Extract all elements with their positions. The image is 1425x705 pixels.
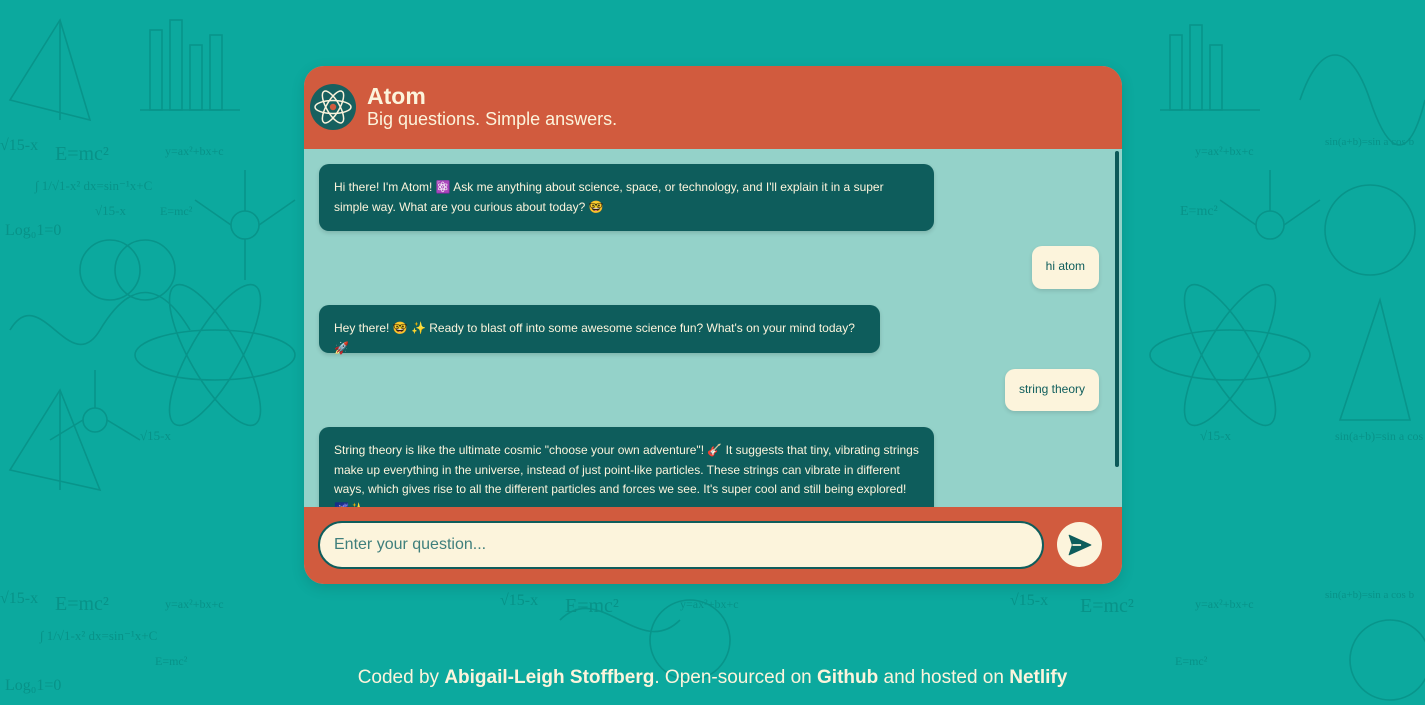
message-text: string theory bbox=[1018, 382, 1085, 396]
svg-text:√15-x: √15-x bbox=[0, 137, 38, 154]
bot-message: Hey there! 🤓 ✨ Ready to blast off into s… bbox=[319, 305, 880, 355]
app-tagline: Big questions. Simple answers. bbox=[367, 109, 618, 129]
chat-header: Atom Big questions. Simple answers. bbox=[304, 66, 1122, 149]
svg-text:√15-x: √15-x bbox=[1010, 592, 1048, 609]
svg-text:E=mc²: E=mc² bbox=[55, 593, 109, 615]
atom-logo-icon bbox=[310, 84, 356, 130]
netlify-link[interactable]: Netlify bbox=[1009, 667, 1067, 688]
message-text: hi atom bbox=[1045, 259, 1085, 273]
user-message: string theory bbox=[1004, 369, 1099, 411]
footer-prefix: Coded by bbox=[357, 667, 445, 688]
message-scrollbar[interactable] bbox=[1115, 151, 1119, 467]
svg-text:E=mc²: E=mc² bbox=[1080, 595, 1134, 617]
svg-text:y=ax²+bx+c: y=ax²+bx+c bbox=[1195, 144, 1254, 158]
svg-text:y=ax²+bx+c: y=ax²+bx+c bbox=[1195, 597, 1254, 611]
svg-text:sin(a+b)=sin a cos b: sin(a+b)=sin a cos b bbox=[1325, 136, 1415, 148]
svg-text:y=ax²+bx+c: y=ax²+bx+c bbox=[680, 597, 739, 611]
svg-text:E=mc²: E=mc² bbox=[1180, 204, 1218, 219]
svg-text:E=mc²: E=mc² bbox=[55, 143, 109, 165]
footer-credits: Coded by Abigail-Leigh Stoffberg. Open-s… bbox=[0, 667, 1425, 689]
svg-text:√15-x: √15-x bbox=[500, 592, 538, 609]
paper-plane-icon bbox=[1068, 534, 1091, 555]
svg-text:∫ 1/√1-x² dx=sin⁻¹x+C: ∫ 1/√1-x² dx=sin⁻¹x+C bbox=[39, 628, 157, 644]
github-link[interactable]: Github bbox=[817, 667, 878, 688]
message-text: Hi there! I'm Atom! ⚛️ Ask me anything a… bbox=[334, 180, 884, 214]
svg-text:E=mc²: E=mc² bbox=[160, 204, 193, 218]
svg-text:E=mc²: E=mc² bbox=[565, 595, 619, 617]
question-input[interactable] bbox=[318, 521, 1044, 569]
message-list[interactable]: Hi there! I'm Atom! ⚛️ Ask me anything a… bbox=[304, 149, 1122, 507]
message-text: Hey there! 🤓 ✨ Ready to blast off into s… bbox=[334, 321, 855, 355]
bot-message: String theory is like the ultimate cosmi… bbox=[319, 427, 934, 507]
svg-text:Log₀1=0: Log₀1=0 bbox=[5, 222, 61, 239]
svg-text:√15-x: √15-x bbox=[1200, 428, 1231, 443]
svg-text:sin(a+b)=sin a cos b: sin(a+b)=sin a cos b bbox=[1325, 589, 1415, 601]
svg-text:E=mc²: E=mc² bbox=[155, 654, 188, 668]
svg-text:√15-x: √15-x bbox=[95, 203, 126, 218]
svg-text:y=ax²+bx+c: y=ax²+bx+c bbox=[165, 144, 224, 158]
user-message: hi atom bbox=[1031, 246, 1099, 289]
svg-text:E=mc²: E=mc² bbox=[1175, 654, 1208, 668]
input-bar bbox=[304, 507, 1122, 584]
svg-text:sin(a+b)=sin a cos b: sin(a+b)=sin a cos b bbox=[1335, 429, 1425, 443]
author-link[interactable]: Abigail-Leigh Stoffberg bbox=[444, 667, 654, 688]
svg-text:√15-x: √15-x bbox=[140, 428, 171, 443]
svg-text:∫ 1/√1-x² dx=sin⁻¹x+C: ∫ 1/√1-x² dx=sin⁻¹x+C bbox=[34, 178, 152, 194]
send-button[interactable] bbox=[1057, 522, 1102, 567]
footer-middle: . Open-sourced on bbox=[654, 667, 818, 688]
message-text: String theory is like the ultimate cosmi… bbox=[334, 443, 919, 507]
footer-and: and hosted on bbox=[878, 667, 1010, 688]
bot-message: Hi there! I'm Atom! ⚛️ Ask me anything a… bbox=[319, 164, 934, 231]
svg-text:y=ax²+bx+c: y=ax²+bx+c bbox=[165, 597, 224, 611]
chat-window: Atom Big questions. Simple answers. Hi t… bbox=[304, 66, 1122, 584]
app-title: Atom bbox=[367, 83, 426, 109]
svg-text:√15-x: √15-x bbox=[0, 590, 38, 607]
